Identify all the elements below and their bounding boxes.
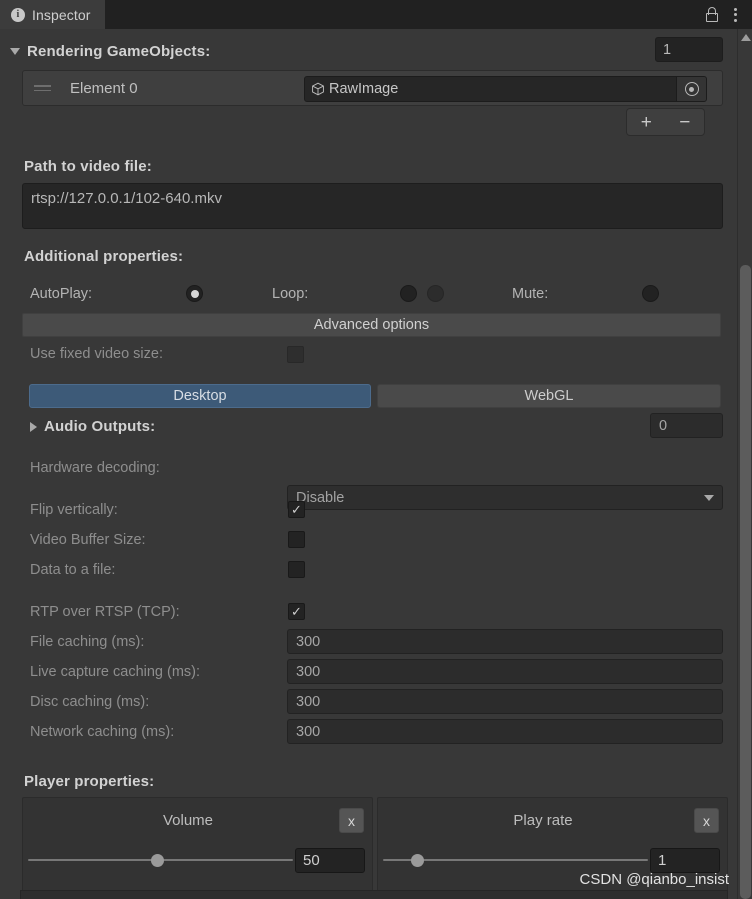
tab-inspector-label: Inspector <box>32 6 91 23</box>
volume-panel: Volume x 50 <box>22 797 373 893</box>
vertical-scrollbar[interactable] <box>737 29 752 899</box>
object-picker-dot <box>689 86 694 92</box>
info-icon: i <box>11 7 25 22</box>
kebab-menu-icon[interactable] <box>731 6 740 24</box>
toggle-label-0: Flip vertically: <box>30 502 118 518</box>
loop-radio-b[interactable] <box>427 285 444 302</box>
next-section-bar <box>20 890 728 899</box>
inspector-content: Rendering GameObjects: 1 Element 0 RawIm… <box>0 29 737 899</box>
caching-input-2[interactable]: 300 <box>287 689 723 714</box>
watermark: CSDN @qianbo_insist <box>579 871 729 888</box>
kebab-dot <box>734 18 737 22</box>
use-fixed-video-size-label: Use fixed video size: <box>30 346 163 362</box>
drag-handle-icon[interactable] <box>34 85 51 91</box>
lock-body <box>706 12 718 22</box>
audio-outputs-count-field[interactable]: 0 <box>650 413 723 438</box>
caching-label-2: Disc caching (ms): <box>30 694 150 710</box>
path-section-label: Path to video file: <box>24 158 152 175</box>
hardware-decoding-label: Hardware decoding: <box>30 460 160 476</box>
toggle-checkbox-2[interactable] <box>288 561 305 578</box>
rendering-gameobjects-label: Rendering GameObjects: <box>27 43 211 60</box>
audio-outputs-foldout[interactable]: Audio Outputs: <box>30 418 155 435</box>
array-size-buttons: + − <box>626 108 705 136</box>
toggle-checkbox-3[interactable]: ✓ <box>288 603 305 620</box>
toggle-label-3: RTP over RTSP (TCP): <box>30 604 180 620</box>
caching-label-0: File caching (ms): <box>30 634 145 650</box>
caching-input-0[interactable]: 300 <box>287 629 723 654</box>
lock-icon[interactable] <box>705 6 719 23</box>
kebab-dot <box>734 7 737 11</box>
mute-label: Mute: <box>512 286 549 302</box>
video-path-input[interactable]: rtsp://127.0.0.1/102-640.mkv <box>22 183 723 229</box>
playrate-reset-button[interactable]: x <box>694 808 719 833</box>
scroll-up-icon[interactable] <box>741 34 751 41</box>
tab-tools <box>705 0 752 29</box>
chevron-right-icon <box>30 421 37 432</box>
hardware-decoding-dropdown[interactable]: Disable <box>287 485 723 510</box>
element-object-field[interactable]: RawImage <box>304 76 707 102</box>
toggle-label-2: Data to a file: <box>30 562 116 578</box>
tab-inspector[interactable]: i Inspector <box>0 0 105 29</box>
loop-label: Loop: <box>272 286 309 302</box>
caching-input-3[interactable]: 300 <box>287 719 723 744</box>
tab-desktop[interactable]: Desktop <box>29 384 371 408</box>
loop-radio-a[interactable] <box>400 285 417 302</box>
additional-properties-label: Additional properties: <box>24 248 184 265</box>
tab-bar-spacer <box>105 0 706 29</box>
chevron-down-icon <box>704 494 714 501</box>
chevron-down-icon <box>10 48 20 55</box>
playrate-value-field[interactable]: 1 <box>650 848 720 873</box>
inspector-window: i Inspector Rendering GameObjects: 1 Ele… <box>0 0 752 899</box>
playrate-title: Play rate <box>513 812 573 829</box>
element-index-label: Element 0 <box>70 80 138 97</box>
rendering-array-size-field[interactable]: 1 <box>655 37 723 62</box>
tab-webgl[interactable]: WebGL <box>377 384 721 408</box>
drag-line <box>34 85 51 87</box>
toggle-label-1: Video Buffer Size: <box>30 532 146 548</box>
caching-label-1: Live capture caching (ms): <box>30 664 201 680</box>
audio-outputs-label: Audio Outputs: <box>44 418 156 435</box>
rendering-gameobjects-foldout[interactable]: Rendering GameObjects: <box>10 43 210 60</box>
volume-value-field[interactable]: 50 <box>295 848 365 873</box>
kebab-dot <box>734 13 737 16</box>
array-element-row: Element 0 RawImage <box>22 70 723 106</box>
player-properties-label: Player properties: <box>24 773 155 790</box>
drag-line <box>34 89 51 91</box>
object-picker-button[interactable] <box>676 77 706 101</box>
scrollbar-thumb[interactable] <box>740 265 751 899</box>
toggle-checkbox-1[interactable] <box>288 531 305 548</box>
autoplay-radio[interactable] <box>186 285 203 302</box>
caching-input-1[interactable]: 300 <box>287 659 723 684</box>
volume-slider-knob[interactable] <box>151 854 164 867</box>
caching-label-3: Network caching (ms): <box>30 724 175 740</box>
object-picker-icon <box>684 82 699 96</box>
cube-icon <box>311 82 325 96</box>
toggle-checkbox-0[interactable]: ✓ <box>288 501 305 518</box>
use-fixed-video-size-checkbox[interactable] <box>287 346 304 363</box>
advanced-options-button[interactable]: Advanced options <box>22 313 721 337</box>
element-object-name: RawImage <box>329 81 399 97</box>
playrate-slider-knob[interactable] <box>411 854 424 867</box>
autoplay-label: AutoPlay: <box>30 286 93 302</box>
window-tab-bar: i Inspector <box>0 0 752 29</box>
volume-title: Volume <box>162 812 214 829</box>
remove-element-button[interactable]: − <box>666 109 705 135</box>
add-element-button[interactable]: + <box>627 109 666 135</box>
volume-reset-button[interactable]: x <box>339 808 364 833</box>
mute-radio[interactable] <box>642 285 659 302</box>
